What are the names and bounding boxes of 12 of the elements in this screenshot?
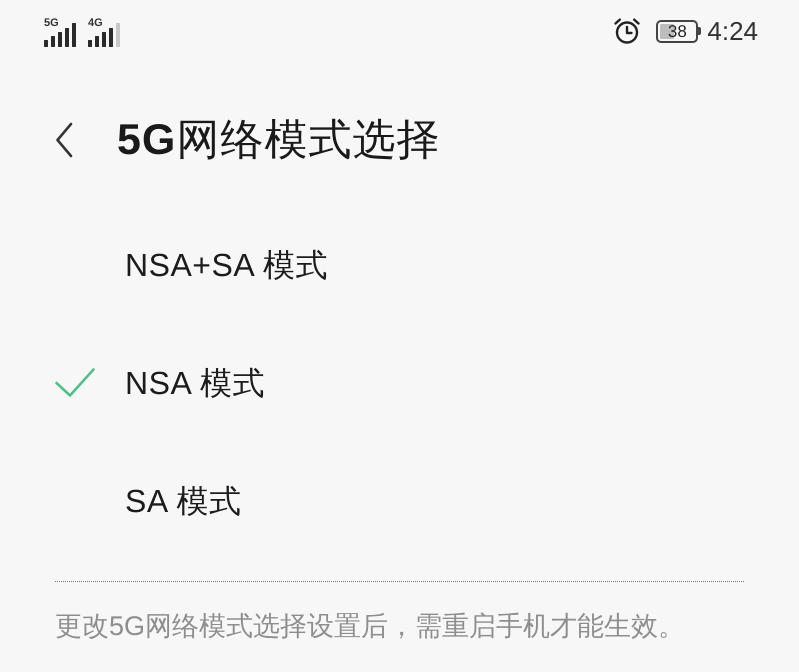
- back-button[interactable]: [55, 122, 73, 158]
- network-type-label: 4G: [88, 18, 103, 28]
- mode-option[interactable]: SA 模式: [55, 442, 744, 560]
- alarm-clock-icon: [613, 17, 642, 45]
- mode-option[interactable]: NSA 模式: [55, 324, 744, 442]
- status-time: 4:24: [707, 16, 758, 46]
- back-icon: [55, 122, 73, 158]
- footer-note: 更改5G网络模式选择设置后，需重启手机才能生效。: [55, 610, 686, 642]
- battery-percentage: 38: [668, 22, 687, 40]
- network-type-label: 5G: [44, 18, 59, 28]
- mode-option[interactable]: NSA+SA 模式: [55, 206, 744, 324]
- page-title: 5G网络模式选择: [117, 116, 440, 164]
